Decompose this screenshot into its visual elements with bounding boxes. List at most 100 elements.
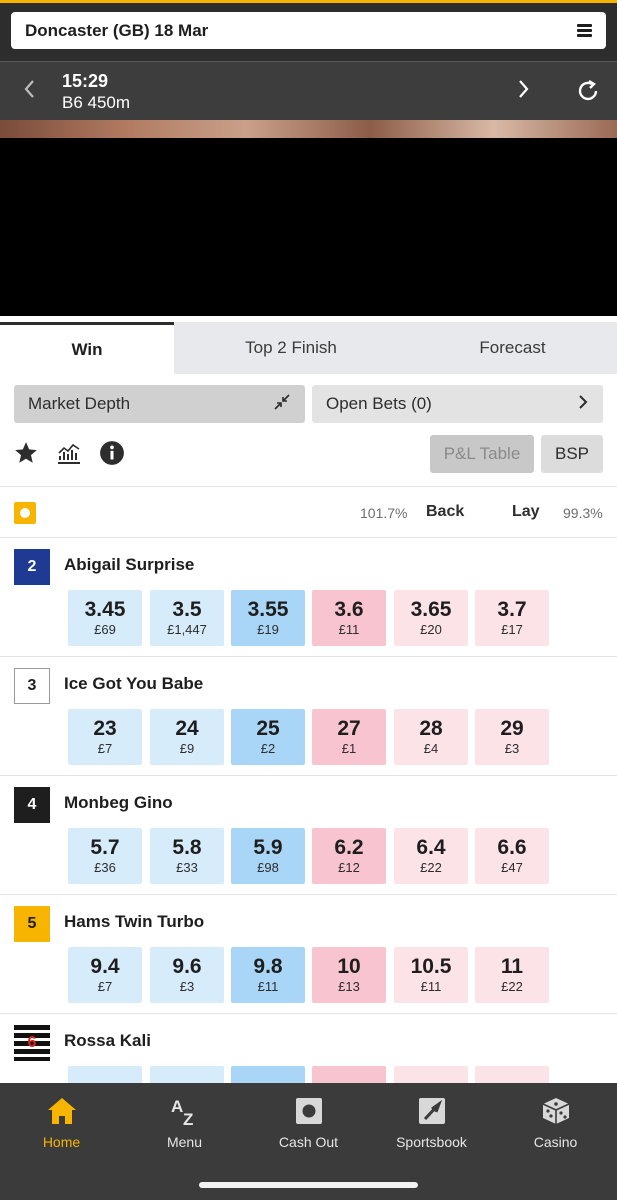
odds-available-stake: £69 [94, 622, 116, 637]
back-price-best[interactable]: 3.55 £19 [231, 590, 305, 646]
back-price-2[interactable]: 24 £9 [150, 709, 224, 765]
odds-available-stake: £22 [420, 860, 442, 875]
odds-price: 9.6 [172, 955, 202, 978]
lay-price-3[interactable]: 6.6 £47 [475, 828, 549, 884]
runner-name[interactable]: Rossa Kali [64, 1031, 151, 1051]
lay-price-2[interactable]: 6.4 £22 [394, 828, 468, 884]
open-bets-label: Open Bets (0) [326, 394, 432, 413]
hamburger-menu-icon[interactable] [577, 24, 592, 37]
back-price-best[interactable]: 5.9 £98 [231, 828, 305, 884]
chevron-right-icon [577, 393, 589, 416]
runner-name[interactable]: Ice Got You Babe [64, 674, 203, 694]
back-price-3[interactable]: 3.45 £69 [68, 590, 142, 646]
lay-price-2[interactable]: 3.65 £20 [394, 590, 468, 646]
open-bets-button[interactable]: Open Bets (0) [312, 385, 603, 423]
event-title: Doncaster (GB) 18 Mar [25, 20, 209, 40]
runner-name[interactable]: Abigail Surprise [64, 555, 194, 575]
nav-cash-out-label: Cash Out [278, 1134, 339, 1150]
cash-out-icon [295, 1098, 322, 1124]
nav-home-label: Home [42, 1134, 81, 1150]
odds-available-stake: £2 [260, 741, 276, 756]
back-price-3[interactable]: 9.4 £7 [68, 947, 142, 1003]
back-price-best[interactable]: 9.8 £11 [231, 947, 305, 1003]
az-icon: AZ [171, 1097, 193, 1127]
odds-available-stake: £98 [257, 860, 279, 875]
lay-column-header: Lay [512, 503, 540, 520]
runner-row: 5 Hams Twin Turbo 9.4 £7 9.6 £3 9.8 £11 10 £13 10.… [0, 894, 617, 1013]
runner-name[interactable]: Monbeg Gino [64, 793, 173, 813]
lay-price-best[interactable]: 6.2 £12 [312, 828, 386, 884]
nav-cash-out[interactable]: Cash Out [247, 1083, 370, 1163]
pl-table-button[interactable]: P&L Table [430, 435, 534, 473]
odds-available-stake: £3 [179, 979, 195, 994]
open-bets-count: (0) [411, 394, 432, 413]
live-video-player[interactable] [0, 120, 617, 316]
trap-number-badge: 5 [14, 906, 50, 942]
chevron-right-icon[interactable] [517, 78, 531, 105]
event-selector[interactable]: Doncaster (GB) 18 Mar [11, 12, 606, 49]
trap-number-badge: 2 [14, 549, 50, 585]
lay-price-3[interactable]: 3.7 £17 [475, 590, 549, 646]
info-icon[interactable] [99, 440, 125, 466]
back-price-2[interactable]: 5.8 £33 [150, 828, 224, 884]
chart-icon[interactable] [56, 440, 82, 466]
odds-price: 6.4 [416, 836, 446, 859]
odds-price: 24 [175, 717, 199, 740]
odds-price: 25 [256, 717, 280, 740]
odds-price: 27 [337, 717, 361, 740]
market-header-row: 101.7% Back Lay 99.3% [0, 492, 617, 534]
back-price-3[interactable]: 5.7 £36 [68, 828, 142, 884]
odds-price: 3.6 [334, 598, 364, 621]
odds-available-stake: £12 [338, 860, 360, 875]
home-icon [47, 1098, 76, 1124]
odds-available-stake: £20 [420, 622, 442, 637]
bottom-navigation: Home AZ Menu Cash Out Sportsbook Casino [0, 1083, 617, 1200]
in-play-badge-icon [14, 502, 36, 524]
odds-price: 11 [500, 955, 524, 978]
nav-sportsbook-label: Sportsbook [396, 1134, 467, 1150]
trap-number-badge: 4 [14, 787, 50, 823]
lay-price-2[interactable]: 28 £4 [394, 709, 468, 765]
back-price-best[interactable]: 25 £2 [231, 709, 305, 765]
refresh-icon[interactable] [576, 79, 600, 103]
lay-price-best[interactable]: 27 £1 [312, 709, 386, 765]
nav-home[interactable]: Home [0, 1083, 123, 1163]
collapse-arrows-icon [273, 393, 291, 416]
nav-sportsbook[interactable]: Sportsbook [370, 1083, 493, 1163]
tab-forecast[interactable]: Forecast [408, 322, 617, 374]
back-price-2[interactable]: 9.6 £3 [150, 947, 224, 1003]
event-header: Doncaster (GB) 18 Mar [0, 3, 617, 61]
odds-price: 3.65 [410, 598, 452, 621]
market-depth-label: Market Depth [28, 394, 131, 413]
divider [0, 486, 617, 487]
market-depth-button[interactable]: Market Depth [14, 385, 305, 423]
nav-casino[interactable]: Casino [494, 1083, 617, 1163]
odds-price: 28 [419, 717, 443, 740]
lay-price-best[interactable]: 3.6 £11 [312, 590, 386, 646]
casino-dice-icon [542, 1098, 569, 1124]
back-price-2[interactable]: 3.5 £1,447 [150, 590, 224, 646]
bsp-button[interactable]: BSP [541, 435, 603, 473]
runner-name[interactable]: Hams Twin Turbo [64, 912, 204, 932]
favourite-star-icon[interactable] [13, 440, 39, 466]
odds-price: 5.9 [253, 836, 283, 859]
race-navigator: 15:29 B6 450m [0, 61, 617, 120]
odds-price: 3.45 [84, 598, 126, 621]
odds-available-stake: £1,447 [167, 622, 207, 637]
odds-available-stake: £13 [338, 979, 360, 994]
odds-price: 3.7 [497, 598, 527, 621]
lay-price-3[interactable]: 29 £3 [475, 709, 549, 765]
back-price-3[interactable]: 23 £7 [68, 709, 142, 765]
lay-price-best[interactable]: 10 £13 [312, 947, 386, 1003]
odds-available-stake: £11 [420, 979, 442, 994]
lay-price-3[interactable]: 11 £22 [475, 947, 549, 1003]
chevron-left-icon[interactable] [22, 78, 42, 102]
nav-menu[interactable]: AZ Menu [123, 1083, 246, 1163]
odds-price: 5.8 [172, 836, 202, 859]
tab-top-2-finish[interactable]: Top 2 Finish [174, 322, 408, 374]
tab-win[interactable]: Win [0, 322, 174, 374]
lay-price-2[interactable]: 10.5 £11 [394, 947, 468, 1003]
back-column-header: Back [426, 503, 465, 520]
odds-price: 9.4 [90, 955, 120, 978]
svg-text:Z: Z [183, 1110, 193, 1127]
